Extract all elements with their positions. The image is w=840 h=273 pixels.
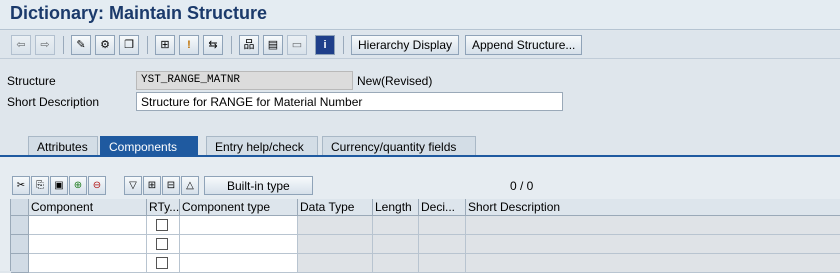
column-header-rty[interactable]: RTy...	[147, 199, 180, 216]
structure-field: YST_RANGE_MATNR	[136, 71, 353, 90]
toolbar-separator	[63, 36, 64, 54]
tab-currency-quantity-fields[interactable]: Currency/quantity fields	[322, 136, 476, 156]
info-icon[interactable]: i	[315, 35, 335, 55]
cell-component-type[interactable]	[180, 235, 298, 254]
select-all-cell[interactable]	[11, 199, 29, 216]
page-title: Dictionary: Maintain Structure	[10, 3, 268, 23]
expand-icon[interactable]: ⊞	[143, 176, 161, 195]
row-selector[interactable]	[11, 235, 29, 254]
cell-component[interactable]	[29, 254, 147, 273]
cell-component[interactable]	[29, 235, 147, 254]
layout-icon[interactable]: ▭	[287, 35, 307, 55]
tab-components[interactable]: Components	[100, 136, 198, 156]
toolbar-separator	[147, 36, 148, 54]
navigate-icon[interactable]: ⇆	[203, 35, 223, 55]
where-used-icon[interactable]: ⊞	[155, 35, 175, 55]
components-table: Component RTy... Component type Data Typ…	[10, 199, 840, 273]
short-description-label: Short Description	[7, 95, 100, 109]
rty-checkbox[interactable]	[156, 219, 168, 231]
row-counter: 0 / 0	[510, 179, 534, 193]
structure-label: Structure	[7, 74, 56, 88]
toolbar-separator	[343, 36, 344, 54]
cell-short-description	[466, 216, 840, 235]
cell-component-type[interactable]	[180, 216, 298, 235]
rty-checkbox[interactable]	[156, 257, 168, 269]
row-selector[interactable]	[11, 216, 29, 235]
column-header-data-type[interactable]: Data Type	[298, 199, 373, 216]
up-icon[interactable]: △	[181, 176, 199, 195]
forward-arrow-icon[interactable]: ⇨	[35, 35, 55, 55]
activate-icon[interactable]: ǃ	[179, 35, 199, 55]
structure-status: New(Revised)	[357, 74, 433, 88]
rty-checkbox[interactable]	[156, 238, 168, 250]
cell-short-description	[466, 254, 840, 273]
back-arrow-icon[interactable]: ⇦	[11, 35, 31, 55]
column-header-decimals[interactable]: Deci...	[419, 199, 466, 216]
hierarchy-icon[interactable]: 品	[239, 35, 259, 55]
cell-length	[373, 216, 419, 235]
cell-rty	[147, 254, 180, 273]
insert-row-icon[interactable]: ⊕	[69, 176, 87, 195]
short-description-field[interactable]: Structure for RANGE for Material Number	[136, 92, 563, 111]
delete-row-icon[interactable]: ⊖	[88, 176, 106, 195]
other-object-icon[interactable]: ❐	[119, 35, 139, 55]
tab-entry-help-check[interactable]: Entry help/check	[206, 136, 318, 156]
builtin-type-button[interactable]: Built-in type	[204, 176, 313, 195]
short-description-row: Short Description Structure for RANGE fo…	[0, 92, 840, 112]
column-header-short-description[interactable]: Short Description	[466, 199, 840, 216]
edit-pencil-icon[interactable]: ✎	[71, 35, 91, 55]
title-bar: Dictionary: Maintain Structure	[0, 0, 840, 30]
cell-short-description	[466, 235, 840, 254]
column-header-component-type[interactable]: Component type	[180, 199, 298, 216]
cell-length	[373, 235, 419, 254]
sort-icon[interactable]: ▽	[124, 176, 142, 195]
application-toolbar: ⇦ ⇨ ✎ ⚙ ❐ ⊞ ǃ ⇆ 品 ▤ ▭ i Hierarchy Displa…	[0, 31, 840, 59]
column-header-length[interactable]: Length	[373, 199, 419, 216]
cell-data-type	[298, 216, 373, 235]
copy-icon[interactable]: ⎘	[31, 176, 49, 195]
table-toolbar: ✂ ⎘ ▣ ⊕ ⊖ ▽ ⊞ ⊟ △ Built-in type 0 / 0	[10, 175, 840, 197]
display-change-icon[interactable]: ⚙	[95, 35, 115, 55]
cut-icon[interactable]: ✂	[12, 176, 30, 195]
tab-strip: Attributes Components Entry help/check C…	[0, 136, 840, 156]
print-icon[interactable]: ▤	[263, 35, 283, 55]
paste-icon[interactable]: ▣	[50, 176, 68, 195]
cell-decimals	[419, 216, 466, 235]
cell-decimals	[419, 254, 466, 273]
cell-rty	[147, 216, 180, 235]
structure-row: Structure YST_RANGE_MATNR New(Revised)	[0, 71, 840, 91]
cell-component-type[interactable]	[180, 254, 298, 273]
cell-component[interactable]	[29, 216, 147, 235]
column-header-component[interactable]: Component	[29, 199, 147, 216]
toolbar-separator	[231, 36, 232, 54]
hierarchy-display-button[interactable]: Hierarchy Display	[351, 35, 460, 55]
cell-length	[373, 254, 419, 273]
cell-data-type	[298, 235, 373, 254]
row-selector[interactable]	[11, 254, 29, 273]
tab-attributes[interactable]: Attributes	[28, 136, 98, 156]
cell-data-type	[298, 254, 373, 273]
cell-decimals	[419, 235, 466, 254]
append-structure-button[interactable]: Append Structure...	[465, 35, 583, 55]
collapse-icon[interactable]: ⊟	[162, 176, 180, 195]
cell-rty	[147, 235, 180, 254]
